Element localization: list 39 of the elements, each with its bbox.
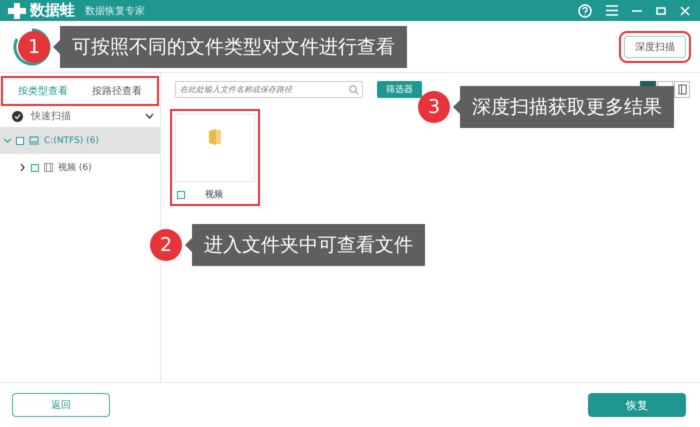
checkbox[interactable] <box>31 164 39 172</box>
chevron-icon[interactable] <box>145 113 154 119</box>
maximize-icon[interactable] <box>656 6 666 14</box>
checkbox[interactable] <box>177 190 185 198</box>
back-button[interactable]: 返回 <box>12 393 110 417</box>
check-circle-icon <box>12 110 23 122</box>
checkbox[interactable] <box>16 136 24 144</box>
step-number-badge: 2 <box>150 229 182 261</box>
recover-button[interactable]: 恢复 <box>588 393 686 417</box>
chevron-icon[interactable] <box>19 164 26 171</box>
minimize-icon[interactable] <box>632 10 642 12</box>
callout-tooltip: 深度扫描获取更多结果 <box>453 86 674 128</box>
progress-ring-icon <box>12 26 52 66</box>
tree-label: C:(NTFS) (6) <box>44 136 99 146</box>
tree-item[interactable]: C:(NTFS) (6) <box>0 127 160 154</box>
view-tab[interactable]: 按路径查看 <box>88 81 146 101</box>
film-icon <box>44 163 53 172</box>
tree-item[interactable]: 视频 (6) <box>0 154 160 181</box>
help-icon[interactable] <box>578 4 592 18</box>
scan-section-label: 快速扫描 <box>31 110 71 123</box>
detail-view-button[interactable] <box>674 81 690 98</box>
callout-tooltip: 进入文件夹中可查看文件 <box>185 224 425 266</box>
callout-tooltip: 可按照不同的文件类型对文件进行查看 <box>53 26 407 68</box>
step-number-badge: 1 <box>18 31 50 63</box>
menu-icon[interactable] <box>606 5 618 16</box>
search-icon <box>349 85 359 95</box>
step-number-badge: 3 <box>418 91 450 123</box>
close-icon[interactable] <box>680 6 690 16</box>
app-subtitle: 数据恢复专家 <box>85 4 145 18</box>
view-tab[interactable]: 按类型查看 <box>14 81 72 101</box>
tree-label: 视频 (6) <box>58 162 92 174</box>
two-column-icon <box>678 84 686 95</box>
drive-icon <box>29 136 39 145</box>
app-name: 数据蛙 <box>30 1 75 20</box>
folder-name: 视频 <box>205 188 223 201</box>
cross-logo-icon <box>8 2 26 18</box>
filter-button[interactable]: 筛选器 <box>377 81 422 98</box>
search-field[interactable]: 在此处输入文件名称或保存路径 <box>175 81 363 98</box>
folder-icon <box>209 129 221 145</box>
